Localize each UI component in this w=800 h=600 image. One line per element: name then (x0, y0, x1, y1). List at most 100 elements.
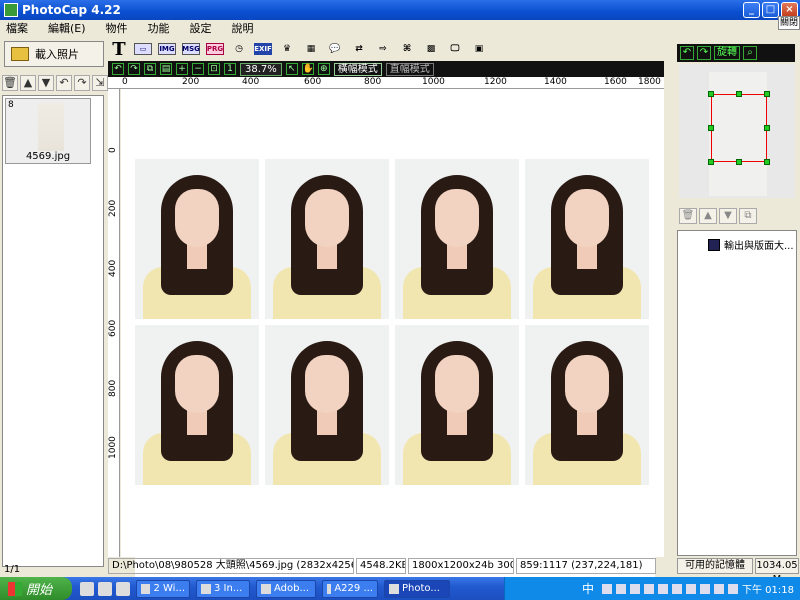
panel-close-button[interactable]: 關閉 (778, 16, 800, 30)
zoom-in-icon[interactable]: + (176, 63, 188, 75)
crop-handle[interactable] (764, 125, 770, 131)
rotate-right-icon[interactable]: ↷ (697, 46, 711, 60)
menu-settings[interactable]: 設定 (188, 20, 214, 36)
copy-icon[interactable]: ⧉ (144, 63, 156, 75)
crop-handle[interactable] (736, 159, 742, 165)
thumbnail-item[interactable]: 8 4569.jpg (5, 98, 91, 164)
portrait-mode-button[interactable]: 直幅模式 (385, 62, 434, 76)
rotate-dropdown[interactable]: 旋轉 (714, 46, 740, 60)
menu-function[interactable]: 功能 (146, 20, 172, 36)
crop-handle[interactable] (764, 91, 770, 97)
landscape-mode-button[interactable]: 橫幅模式 (333, 62, 382, 76)
undo-icon[interactable]: ↶ (112, 63, 124, 75)
msg-tool-icon[interactable]: MSG (182, 43, 200, 55)
tray-icon[interactable] (630, 583, 640, 594)
menu-file[interactable]: 檔案 (4, 20, 30, 36)
task-button-active[interactable]: Photo... (384, 579, 450, 598)
ime-indicator[interactable]: 中 (582, 580, 594, 597)
rotate-left-icon[interactable]: ↶ (56, 75, 72, 91)
mosaic-icon[interactable]: ▩ (422, 40, 440, 58)
id-photo[interactable] (135, 159, 259, 319)
task-label: Photo... (402, 583, 440, 594)
maximize-button[interactable]: □ (762, 2, 779, 18)
speech-bubble-icon[interactable]: 💬 (326, 40, 344, 58)
diagram-icon[interactable]: ⌘ (398, 40, 416, 58)
actual-size-icon[interactable]: 1 (224, 63, 236, 75)
arrow-shape-icon[interactable]: ⇨ (374, 40, 392, 58)
tray-icon[interactable] (686, 583, 696, 594)
pointer-icon[interactable]: ↖ (285, 63, 298, 75)
trash-icon[interactable]: 🗑 (679, 208, 697, 224)
tray-icon[interactable] (714, 583, 724, 594)
show-desktop-icon[interactable] (116, 581, 130, 596)
ie-icon[interactable] (80, 581, 94, 596)
photo-preview[interactable] (679, 64, 795, 198)
img-tool-icon[interactable]: IMG (158, 43, 176, 55)
fit-icon[interactable]: ⊡ (208, 63, 220, 75)
tray-icon[interactable] (672, 583, 682, 594)
id-photo[interactable] (265, 325, 389, 485)
ruler-tick: 400 (242, 77, 260, 87)
id-photo[interactable] (525, 159, 649, 319)
select-icon[interactable]: ⊕ (317, 63, 330, 75)
task-button[interactable]: 3 In... (196, 579, 250, 598)
menu-object[interactable]: 物件 (104, 20, 130, 36)
tray-icon[interactable] (700, 583, 710, 594)
media-icon[interactable] (98, 581, 112, 596)
crop-handle[interactable] (708, 91, 714, 97)
thumbnail-list: 8 4569.jpg (2, 95, 104, 567)
clock-icon[interactable]: ◷ (230, 40, 248, 58)
photo-frame-icon[interactable]: ▣ (470, 40, 488, 58)
arrows-icon[interactable]: ⇄ (350, 40, 368, 58)
prg-tool-icon[interactable]: PRG (206, 43, 224, 55)
monitor-icon[interactable]: 🖵 (446, 40, 464, 58)
move-up-icon[interactable]: ▲ (699, 208, 717, 224)
crop-handle[interactable] (708, 125, 714, 131)
move-down-icon[interactable]: ▼ (38, 75, 54, 91)
clock[interactable]: 下午 01:18 (742, 581, 794, 596)
cake-icon[interactable]: ♛ (278, 40, 296, 58)
zoom-out-icon[interactable]: − (192, 63, 204, 75)
tray-icon[interactable] (616, 583, 626, 594)
hand-icon[interactable]: ✋ (301, 63, 314, 75)
zoom-level[interactable]: 38.7% (240, 62, 282, 76)
paste-icon[interactable]: ▤ (160, 63, 172, 75)
crop-selection[interactable] (711, 94, 767, 162)
list-item[interactable]: 輸出與版面大... (708, 237, 794, 252)
move-up-icon[interactable]: ▲ (20, 75, 36, 91)
layout-canvas[interactable] (121, 89, 664, 599)
task-button[interactable]: Adob... (256, 579, 316, 598)
text-tool-icon[interactable]: T (110, 39, 128, 60)
move-down-icon[interactable]: ▼ (719, 208, 737, 224)
rotate-left-icon[interactable]: ↶ (680, 46, 694, 60)
tray-icon[interactable] (602, 583, 612, 594)
id-photo[interactable] (395, 159, 519, 319)
memory-label: 可用的記憶體 (677, 558, 753, 574)
crop-handle[interactable] (764, 159, 770, 165)
redo-icon[interactable]: ↷ (128, 63, 140, 75)
menu-edit[interactable]: 編輯(E) (46, 20, 88, 36)
image-tool-icon[interactable]: ▭ (134, 43, 152, 55)
start-button[interactable]: 開始 (0, 577, 72, 600)
search-icon[interactable]: ⌕ (743, 46, 757, 60)
id-photo[interactable] (135, 325, 259, 485)
exif-icon[interactable]: EXIF (254, 43, 272, 55)
tray-icon[interactable] (728, 583, 738, 594)
calendar-icon[interactable]: ▦ (302, 40, 320, 58)
task-button[interactable]: A229 ... (322, 579, 378, 598)
minimize-button[interactable]: _ (743, 2, 760, 18)
export-icon[interactable]: ⇲ (92, 75, 108, 91)
id-photo[interactable] (265, 159, 389, 319)
id-photo[interactable] (395, 325, 519, 485)
task-button[interactable]: 2 Wi... (136, 579, 190, 598)
tray-icon[interactable] (644, 583, 654, 594)
duplicate-icon[interactable]: ⧉ (739, 208, 757, 224)
menu-help[interactable]: 說明 (230, 20, 256, 36)
delete-icon[interactable]: 🗑 (2, 75, 18, 91)
crop-handle[interactable] (736, 91, 742, 97)
load-photo-button[interactable]: 載入照片 (4, 41, 104, 67)
tray-icon[interactable] (658, 583, 668, 594)
rotate-right-icon[interactable]: ↷ (74, 75, 90, 91)
crop-handle[interactable] (708, 159, 714, 165)
id-photo[interactable] (525, 325, 649, 485)
